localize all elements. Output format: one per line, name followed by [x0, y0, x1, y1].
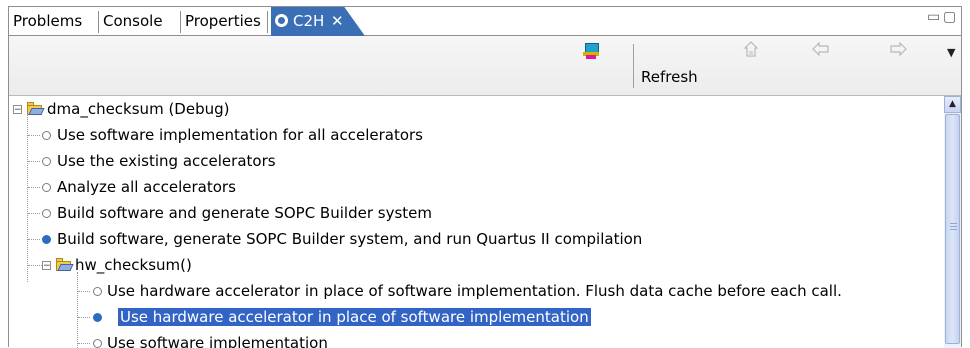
radio-unselected-icon[interactable] [42, 209, 51, 218]
scroll-up-icon[interactable]: ▲ [944, 96, 961, 113]
tree-option[interactable]: Use software implementation for all acce… [57, 122, 423, 148]
tree-connector [78, 343, 90, 345]
collapse-icon[interactable]: − [13, 105, 22, 115]
scrollbar-thumb[interactable] [945, 114, 960, 344]
tree-root-label[interactable]: dma_checksum (Debug) [47, 96, 229, 122]
refresh-button[interactable]: Refresh [641, 68, 698, 86]
tree-connector [77, 272, 79, 348]
open-folder-icon [27, 102, 45, 115]
tab-problems[interactable]: Problems [13, 7, 82, 35]
tree-child-label[interactable]: hw_checksum() [75, 252, 192, 278]
back-arrow-icon[interactable] [812, 41, 830, 60]
radio-selected-icon[interactable] [93, 313, 102, 322]
home-icon[interactable] [743, 41, 759, 63]
forward-arrow-icon[interactable] [889, 41, 907, 60]
maximize-icon[interactable]: ▢ [943, 9, 956, 25]
tab-c2h-label: C2H [293, 12, 325, 30]
tab-divider [98, 11, 99, 33]
radio-unselected-icon[interactable] [42, 157, 51, 166]
collapse-icon[interactable]: − [42, 261, 51, 271]
view-tab-bar: Problems Console Properties C2H ✕ ▭ ▢ [9, 7, 961, 36]
tree-connector [28, 161, 40, 163]
tree-option-highlighted[interactable]: Use hardware accelerator in place of sof… [118, 304, 591, 330]
radio-selected-icon[interactable] [42, 235, 51, 244]
toolbar-separator [633, 44, 634, 88]
tab-console[interactable]: Console [103, 7, 163, 35]
radio-unselected-icon[interactable] [42, 183, 51, 192]
tree-connector [28, 265, 42, 267]
tree-option[interactable]: Analyze all accelerators [57, 174, 236, 200]
tree-connector [78, 317, 90, 319]
tab-divider [180, 11, 181, 33]
tab-c2h[interactable]: C2H ✕ [271, 7, 365, 36]
tree-option-selected[interactable]: Build software, generate SOPC Builder sy… [57, 226, 642, 252]
tree-connector [28, 213, 40, 215]
tree-connector [28, 187, 40, 189]
view-toolbar: Refresh ▼ [9, 36, 961, 96]
tab-divider [267, 11, 268, 33]
view-menu-icon[interactable]: ▼ [947, 46, 955, 59]
open-folder-icon [56, 258, 74, 271]
tree-option[interactable]: Use hardware accelerator in place of sof… [107, 278, 842, 304]
tree-option[interactable]: Use the existing accelerators [57, 148, 276, 174]
tree-connector [78, 291, 90, 293]
radio-unselected-icon[interactable] [42, 131, 51, 140]
close-icon[interactable]: ✕ [331, 7, 344, 35]
minimize-icon[interactable]: ▭ [927, 9, 940, 25]
radio-unselected-icon[interactable] [93, 287, 102, 296]
tree-option[interactable]: Use software implementation [107, 330, 328, 348]
vertical-scrollbar[interactable]: ▲ [944, 96, 961, 348]
c2h-icon [275, 14, 288, 27]
c2h-build-icon[interactable] [583, 43, 599, 59]
c2h-tree: − dma_checksum (Debug) Use software impl… [9, 96, 944, 348]
tree-connector [28, 239, 40, 241]
tree-connector [27, 114, 29, 282]
tab-properties[interactable]: Properties [185, 7, 261, 35]
tree-connector [28, 135, 40, 137]
tree-option[interactable]: Build software and generate SOPC Builder… [57, 200, 432, 226]
c2h-view-panel: Problems Console Properties C2H ✕ ▭ ▢ Re… [8, 6, 962, 348]
selected-option-text[interactable]: Use hardware accelerator in place of sof… [118, 308, 591, 326]
